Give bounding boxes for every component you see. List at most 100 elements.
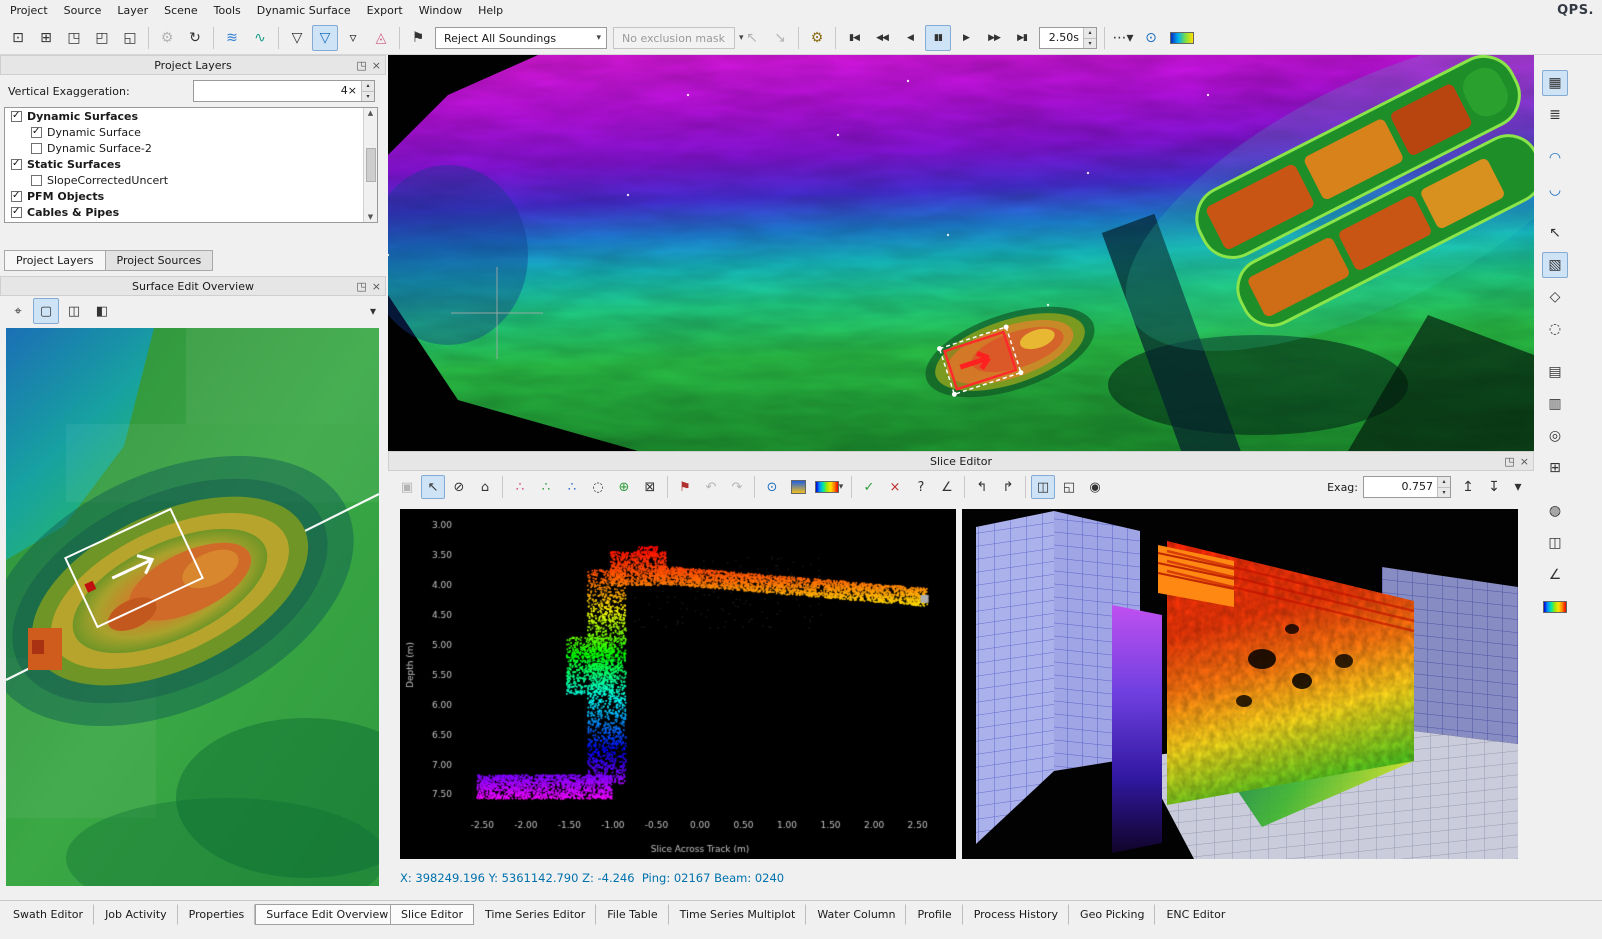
tab-time-series-multiplot[interactable]: Time Series Multiplot [669,904,807,925]
globe-view-icon[interactable]: ◍ [1542,498,1568,524]
box-select-icon[interactable]: ▢ [33,298,59,324]
tab-project-layers[interactable]: Project Layers [4,250,106,271]
reject-scatter-icon[interactable]: ∴ [508,475,532,499]
slice-tool-icon[interactable]: ◫ [1542,530,1568,556]
rewind-button[interactable]: ◀◀ [869,25,895,51]
playback-interval-spinner[interactable]: 2.50s ▴▾ [1039,27,1097,49]
tab-process-history[interactable]: Process History [963,904,1069,925]
sv-profile-icon[interactable]: ≋ [219,25,245,51]
surface-overview-map[interactable] [6,328,379,886]
tab-slice-editor[interactable]: Slice Editor [390,904,474,925]
point-table-icon[interactable]: ▦ [1542,70,1568,96]
measure-tool-icon[interactable]: ∠ [1542,562,1568,588]
processing-settings-icon[interactable]: ⚙ [804,25,830,51]
rotate-slice-right-icon[interactable]: ↱ [996,475,1020,499]
layer-dynamic-surface[interactable]: Dynamic Surface [5,124,362,140]
slice-style-dropdown[interactable]: ⋯▾ [1110,25,1136,51]
close-panel-icon[interactable]: × [372,59,381,72]
collapse-toolbar-icon[interactable]: ▾ [1509,476,1527,498]
layer-dynamic-surfaces[interactable]: Dynamic Surfaces [5,108,362,124]
scroll-thumb[interactable] [366,148,376,182]
lasso-select-icon[interactable]: ◌ [586,475,610,499]
spin-up-icon[interactable]: ▴ [362,81,374,92]
float-panel-icon[interactable]: ◳ [1504,455,1514,468]
exclusion-mask-dropdown[interactable]: No exclusion mask ▾ [613,27,735,49]
layer-dynamic-surface-2[interactable]: Dynamic Surface-2 [5,140,362,156]
layer-checkbox[interactable] [31,143,42,154]
lock-selection-icon[interactable]: ⊠ [638,475,662,499]
zoom-select-icon[interactable]: ⊡ [5,25,31,51]
filter-flag-icon[interactable]: ⚑ [405,25,431,51]
reject-mode-dropdown[interactable]: Reject All Soundings ▾ [435,27,607,49]
rect-edit-tool-icon[interactable]: ▧ [1542,252,1568,278]
collapse-toolbar-icon[interactable]: ▾ [370,304,376,318]
layer-pfm-objects[interactable]: PFM Objects [5,188,362,204]
add-points-file-icon[interactable]: ◰ [89,25,115,51]
recenter-view-icon[interactable]: ⌖ [5,298,31,324]
target-marker-icon[interactable]: ◎ [1542,423,1568,449]
settings-gear-icon[interactable]: ⚙ [154,25,180,51]
tab-properties[interactable]: Properties [178,904,256,925]
menu-layer[interactable]: Layer [109,0,156,22]
accept-area-icon[interactable]: ↖ [739,25,765,51]
spin-down-icon[interactable]: ▾ [1084,39,1096,49]
measure-icon[interactable]: ∠ [935,475,959,499]
split-view-icon[interactable]: ◫ [61,298,87,324]
layer-static-surfaces[interactable]: Static Surfaces [5,156,362,172]
select-reject-icon[interactable]: × [883,475,907,499]
menu-dynamic-surface[interactable]: Dynamic Surface [249,0,359,22]
float-panel-icon[interactable]: ◳ [356,59,366,72]
slice-step-up-icon[interactable]: ↥ [1457,476,1479,498]
snapshot-icon[interactable]: ◉ [1083,475,1107,499]
tab-time-series-editor[interactable]: Time Series Editor [474,904,596,925]
tab-file-table[interactable]: File Table [596,904,668,925]
play-button[interactable]: ▶ [953,25,979,51]
spin-up-icon[interactable]: ▴ [1438,477,1450,488]
step-back-button[interactable]: ◀ [897,25,923,51]
layer-checkbox[interactable] [11,159,22,170]
home-icon[interactable]: ⌂ [473,475,497,499]
zoom-icon[interactable]: ⊘ [447,475,471,499]
spin-down-icon[interactable]: ▾ [362,92,374,102]
layer-checkbox[interactable] [11,207,22,218]
layer-checkbox[interactable] [31,175,42,186]
sv-apply-icon[interactable]: ∿ [247,25,273,51]
undo-icon[interactable]: ↶ [699,475,723,499]
spin-up-icon[interactable]: ▴ [1084,28,1096,39]
slice-3d-view[interactable] [962,509,1518,859]
point-highlight-icon[interactable]: ⊙ [1138,25,1164,51]
tab-geo-picking[interactable]: Geo Picking [1069,904,1155,925]
compare-view-icon[interactable]: ◧ [89,298,115,324]
view-layout-icon[interactable]: ◱ [1057,475,1081,499]
skip-end-button[interactable]: ▶▮ [1009,25,1035,51]
menu-help[interactable]: Help [470,0,511,22]
vertical-exaggeration-spinner[interactable]: 4× ▴▾ [193,80,375,102]
slice-step-down-icon[interactable]: ↧ [1483,476,1505,498]
zoom-extent-icon[interactable]: ⊞ [33,25,59,51]
tab-swath-editor[interactable]: Swath Editor [2,904,94,925]
tab-enc-editor[interactable]: ENC Editor [1155,904,1236,925]
select-scatter-icon[interactable]: ∴ [560,475,584,499]
tab-job-activity[interactable]: Job Activity [94,904,178,925]
plan-view-scene[interactable] [388,55,1534,451]
menu-scene[interactable]: Scene [156,0,206,22]
layer-checkbox[interactable] [11,191,22,202]
tab-surface-edit-overview[interactable]: Surface Edit Overview [255,904,399,925]
layer-checkbox[interactable] [31,127,42,138]
swath-beams-icon[interactable]: ▽ [284,25,310,51]
accept-scatter-icon[interactable]: ∴ [534,475,558,499]
tab-profile[interactable]: Profile [906,904,962,925]
swath-view-icon[interactable]: ◠ [1542,145,1568,171]
point-info-icon[interactable]: ⊙ [760,475,784,499]
tab-project-sources[interactable]: Project Sources [105,250,214,271]
beam-view-icon[interactable]: ◡ [1542,177,1568,203]
polygon-edit-tool-icon[interactable]: ◇ [1542,284,1568,310]
menu-window[interactable]: Window [411,0,470,22]
layer-stack-icon[interactable]: ≣ [1542,102,1568,128]
select-accept-icon[interactable]: ✓ [857,475,881,499]
pointer-icon[interactable]: ↖ [421,475,445,499]
profile-view-icon[interactable]: ▤ [1542,359,1568,385]
rotate-slice-left-icon[interactable]: ↰ [970,475,994,499]
skip-start-button[interactable]: ▮◀ [841,25,867,51]
menu-tools[interactable]: Tools [206,0,249,22]
